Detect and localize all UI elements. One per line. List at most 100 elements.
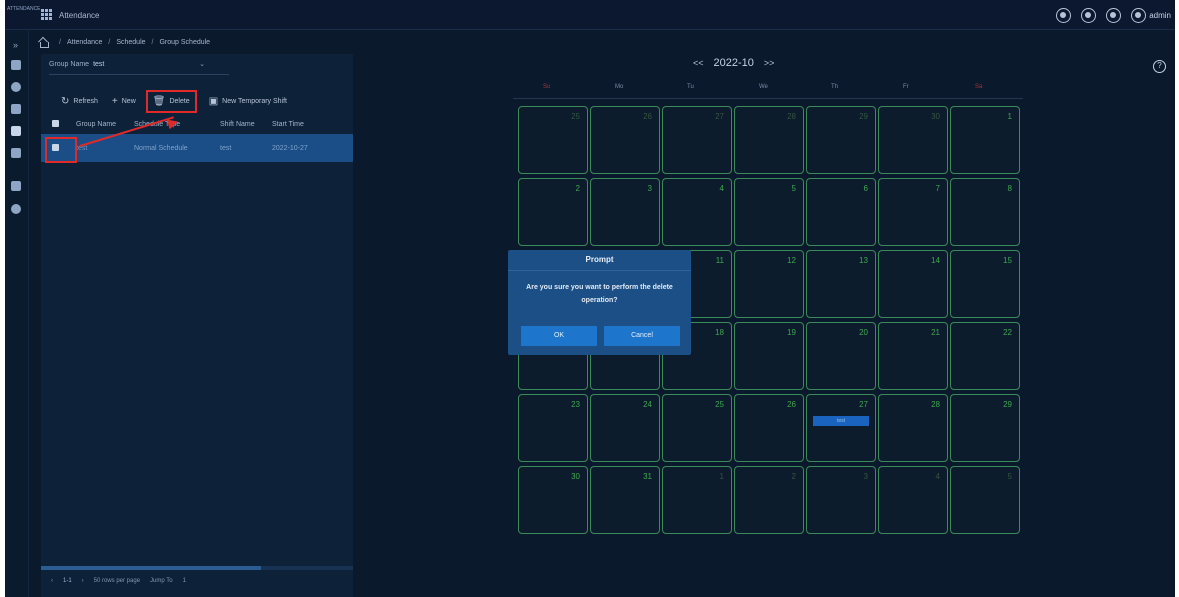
cell-schedule-type: Normal Schedule (134, 144, 188, 152)
header-group-name[interactable]: Group Name (76, 121, 134, 128)
calendar-day-number: 28 (931, 400, 940, 409)
document-icon[interactable] (11, 181, 21, 191)
user-avatar-icon[interactable] (1131, 7, 1147, 23)
group-name-filter[interactable]: Group Name test ⌄ (49, 60, 205, 69)
calendar-day-cell[interactable]: 28 (734, 106, 804, 174)
calendar-day-number: 25 (715, 400, 724, 409)
plus-icon: + (111, 95, 118, 107)
refresh-button[interactable]: ↻ Refresh (61, 96, 98, 107)
apps-grid-icon[interactable] (41, 9, 53, 21)
new-label: New (121, 97, 136, 105)
calendar-day-cell[interactable]: 13 (806, 250, 876, 318)
info-icon[interactable] (11, 82, 21, 92)
calendar-day-number: 1 (719, 472, 724, 481)
calendar-day-cell[interactable]: 26 (734, 394, 804, 462)
new-temporary-shift-button[interactable]: ▣ New Temporary Shift (209, 96, 287, 107)
calendar-day-cell[interactable]: 19 (734, 322, 804, 390)
calendar-day-cell[interactable]: 14 (878, 250, 948, 318)
calendar-day-cell[interactable]: 7 (878, 178, 948, 246)
calendar-day-cell[interactable]: 30 (518, 466, 588, 534)
calendar-day-cell[interactable]: 25 (662, 394, 732, 462)
breadcrumb-schedule[interactable]: Schedule (116, 39, 145, 46)
expand-icon[interactable]: » (13, 40, 18, 50)
calendar-day-cell[interactable]: 5 (950, 466, 1020, 534)
select-all-checkbox[interactable] (52, 119, 59, 127)
weekday-label: Fr (903, 84, 909, 90)
calendar-day-cell[interactable]: 30 (878, 106, 948, 174)
top-bar: ATTENDANCE Attendance admin (5, 0, 1175, 30)
calendar-day-number: 12 (787, 256, 796, 265)
dashboard-icon[interactable] (11, 60, 21, 70)
header-start-time[interactable]: Start Time (272, 121, 322, 128)
calendar-day-cell[interactable]: 24 (590, 394, 660, 462)
calendar-day-cell[interactable]: 8 (950, 178, 1020, 246)
bell-icon[interactable] (1081, 7, 1097, 23)
pagination: ‹ 1-1 › 50 rows per page Jump To 1 (51, 578, 196, 584)
calendar-day-cell[interactable]: 27 (662, 106, 732, 174)
calendar-day-cell[interactable]: 22 (950, 322, 1020, 390)
calendar-day-cell[interactable]: 6 (806, 178, 876, 246)
calendar-day-cell[interactable]: 21 (878, 322, 948, 390)
calendar-day-cell[interactable]: 15 (950, 250, 1020, 318)
calendar-day-cell[interactable]: 25 (518, 106, 588, 174)
checkbox-icon[interactable] (11, 104, 21, 114)
prev-page-icon[interactable]: ‹ (51, 578, 53, 584)
refresh-label: Refresh (73, 97, 98, 105)
cell-shift-name: test (220, 144, 232, 152)
table-row[interactable]: test Normal Schedule test 2022-10-27 (41, 134, 353, 162)
calendar-day-cell[interactable]: 28 (878, 394, 948, 462)
cell-start-time: 2022-10-27 (272, 144, 308, 152)
next-month-button[interactable]: >> (764, 58, 775, 68)
help-icon[interactable]: ? (1153, 60, 1166, 73)
dialog-message: Are you sure you want to perform the del… (526, 284, 673, 304)
app-title: Attendance (59, 11, 100, 20)
calendar-day-cell[interactable]: 2 (518, 178, 588, 246)
calendar-day-number: 6 (863, 184, 868, 193)
calendar-day-cell[interactable]: 4 (662, 178, 732, 246)
prev-month-button[interactable]: << (693, 58, 704, 68)
group-name-value[interactable]: test (93, 61, 193, 68)
message-icon[interactable] (1106, 7, 1122, 23)
calendar-day-cell[interactable]: 3 (806, 466, 876, 534)
calendar-day-number: 4 (719, 184, 724, 193)
calendar-day-cell[interactable]: 26 (590, 106, 660, 174)
calendar-day-cell[interactable]: 29 (950, 394, 1020, 462)
calendar-day-cell[interactable]: 2 (734, 466, 804, 534)
new-button[interactable]: + New (112, 96, 136, 107)
annotation-checkbox-highlight (45, 137, 77, 163)
horizontal-scrollbar[interactable] (41, 566, 353, 570)
cancel-button[interactable]: Cancel (604, 326, 680, 346)
calendar-icon[interactable] (11, 126, 21, 136)
trash-icon: 🗑 (152, 95, 166, 107)
check-icon[interactable] (1056, 7, 1072, 23)
delete-button[interactable]: 🗑 Delete (145, 89, 197, 113)
calendar-day-cell[interactable]: 1 (950, 106, 1020, 174)
calendar-day-cell[interactable]: 29 (806, 106, 876, 174)
next-page-icon[interactable]: › (82, 578, 84, 584)
ok-button[interactable]: OK (521, 326, 597, 346)
user-name[interactable]: admin (1149, 11, 1171, 20)
schedule-event-chip[interactable]: test (813, 416, 869, 426)
calendar-day-cell[interactable]: 4 (878, 466, 948, 534)
calendar-day-number: 3 (647, 184, 652, 193)
calendar-day-cell[interactable]: 27 test (806, 394, 876, 462)
scrollbar-thumb[interactable] (41, 566, 261, 570)
chevron-down-icon[interactable]: ⌄ (199, 60, 205, 68)
jump-to-input[interactable]: 1 (183, 578, 186, 584)
settings-icon[interactable] (11, 204, 21, 214)
calendar-day-number: 7 (935, 184, 940, 193)
page-size-select[interactable]: 50 rows per page (94, 578, 140, 584)
note-icon[interactable] (11, 148, 21, 158)
calendar-day-cell[interactable]: 3 (590, 178, 660, 246)
calendar-day-cell[interactable]: 12 (734, 250, 804, 318)
breadcrumb-attendance[interactable]: Attendance (67, 39, 102, 46)
calendar-day-cell[interactable]: 1 (662, 466, 732, 534)
top-right-controls: admin (1046, 7, 1175, 23)
home-icon[interactable] (39, 38, 49, 48)
current-month: 2022-10 (713, 57, 754, 69)
calendar-day-cell[interactable]: 5 (734, 178, 804, 246)
calendar-day-cell[interactable]: 20 (806, 322, 876, 390)
calendar-day-cell[interactable]: 23 (518, 394, 588, 462)
header-shift-name[interactable]: Shift Name (220, 121, 272, 128)
calendar-day-cell[interactable]: 31 (590, 466, 660, 534)
